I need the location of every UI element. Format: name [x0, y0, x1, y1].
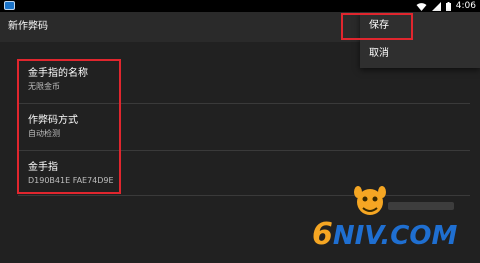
status-bar: 4:06 — [0, 0, 480, 12]
cancel-menu-item[interactable]: 取消 — [360, 40, 480, 68]
setting-title: 金手指 — [28, 162, 58, 173]
signal-icon — [431, 1, 441, 11]
setting-title: 金手指的名称 — [28, 68, 88, 79]
save-menu-item[interactable]: 保存 — [360, 12, 480, 40]
setting-summary: 自动检测 — [28, 129, 60, 138]
settings-list: 金手指的名称 无限金币 作弊码方式 自动检测 金手指 D190B41E FAE7… — [18, 57, 470, 197]
setting-cheat-mode[interactable]: 作弊码方式 自动检测 — [18, 104, 470, 151]
page-title: 新作弊码 — [8, 21, 48, 32]
wifi-icon — [416, 2, 427, 11]
status-icons: 4:06 — [416, 0, 476, 12]
status-time: 4:06 — [455, 1, 476, 11]
battery-icon — [445, 1, 451, 11]
watermark-text: 6NIV.COM — [312, 217, 457, 250]
setting-summary: 无限金币 — [28, 82, 60, 91]
watermark-logo: 6NIV.COM — [312, 186, 457, 250]
watermark-rest: NIV.COM — [333, 221, 458, 250]
overflow-menu: 保存 取消 — [360, 12, 480, 68]
setting-title: 作弊码方式 — [28, 115, 78, 126]
app-icon — [4, 1, 15, 10]
watermark-six: 6 — [312, 217, 333, 250]
setting-summary: D190B41E FAE74D9E — [28, 176, 114, 185]
